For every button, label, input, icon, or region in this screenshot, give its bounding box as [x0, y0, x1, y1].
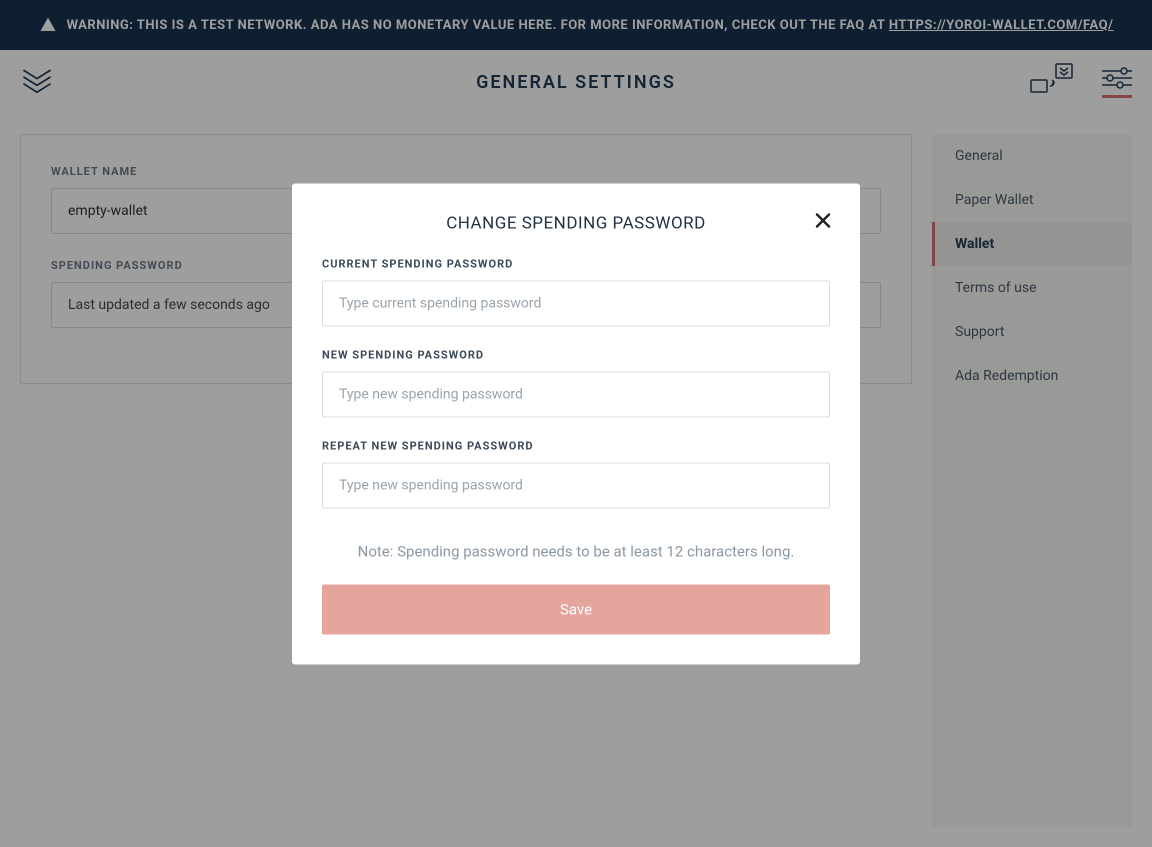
change-password-modal: CHANGE SPENDING PASSWORD CURRENT SPENDIN… — [292, 183, 860, 664]
modal-close-button[interactable] — [814, 211, 832, 233]
current-password-input[interactable] — [322, 280, 830, 326]
new-password-label: NEW SPENDING PASSWORD — [322, 348, 830, 361]
new-password-input[interactable] — [322, 371, 830, 417]
repeat-password-input[interactable] — [322, 462, 830, 508]
repeat-password-label: REPEAT NEW SPENDING PASSWORD — [322, 439, 830, 452]
save-button[interactable]: Save — [322, 584, 830, 634]
modal-title: CHANGE SPENDING PASSWORD — [322, 213, 830, 233]
password-length-note: Note: Spending password needs to be at l… — [322, 542, 830, 560]
current-password-label: CURRENT SPENDING PASSWORD — [322, 257, 830, 270]
close-icon — [814, 211, 832, 229]
